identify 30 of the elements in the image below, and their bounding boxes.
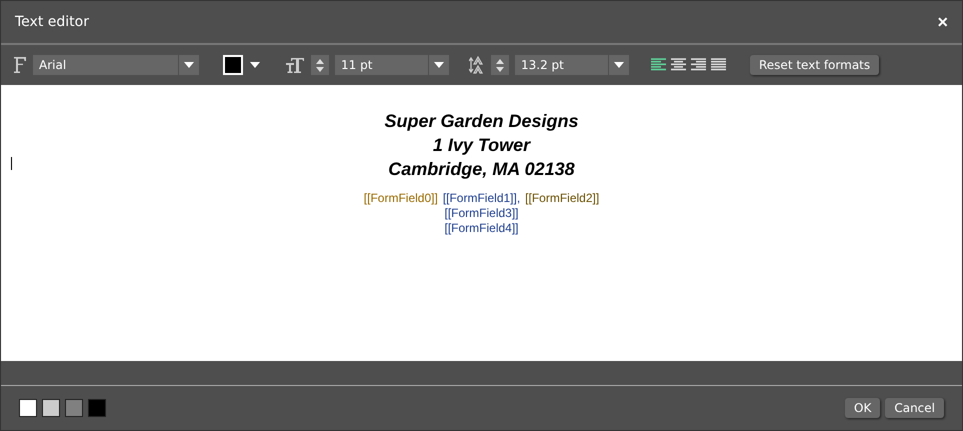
window-title: Text editor bbox=[15, 14, 89, 30]
form-field-token: [[FormField0]] bbox=[364, 191, 438, 206]
heading-line: Cambridge, MA 02138 bbox=[388, 158, 575, 181]
reset-text-formats-button[interactable]: Reset text formats bbox=[750, 55, 880, 75]
color-swatch[interactable] bbox=[88, 399, 106, 417]
align-icon[interactable] bbox=[691, 58, 706, 72]
form-field-token: [[FormField2]] bbox=[525, 191, 600, 206]
heading-line: 1 Ivy Tower bbox=[432, 134, 530, 157]
dialog-button[interactable]: OK bbox=[845, 398, 880, 418]
line-height-icon bbox=[469, 56, 485, 74]
color-swatch[interactable] bbox=[42, 399, 60, 417]
text-cursor bbox=[11, 157, 12, 170]
dialog-button[interactable]: Cancel bbox=[885, 398, 944, 418]
font-size-spinner[interactable] bbox=[311, 55, 329, 75]
align-icon[interactable] bbox=[651, 58, 666, 72]
form-field-token: [[FormField1]], bbox=[442, 191, 520, 206]
align-icon[interactable] bbox=[671, 58, 686, 72]
form-field-token: [[FormField3]] bbox=[444, 206, 518, 221]
align-icon[interactable] bbox=[711, 58, 726, 72]
close-button[interactable]: × bbox=[937, 12, 948, 32]
form-field-token: [[FormField4]] bbox=[444, 221, 518, 236]
font-size-icon bbox=[285, 56, 305, 74]
font-icon bbox=[13, 56, 27, 74]
font-size-dropdown[interactable]: 11 pt bbox=[335, 55, 449, 75]
line-height-dropdown[interactable]: 13.2 pt bbox=[515, 55, 629, 75]
line-height-spinner[interactable] bbox=[491, 55, 509, 75]
heading-line: Super Garden Designs bbox=[384, 110, 579, 133]
color-swatch[interactable] bbox=[19, 399, 37, 417]
font-dropdown[interactable]: Arial bbox=[33, 55, 199, 75]
color-swatch[interactable] bbox=[65, 399, 83, 417]
